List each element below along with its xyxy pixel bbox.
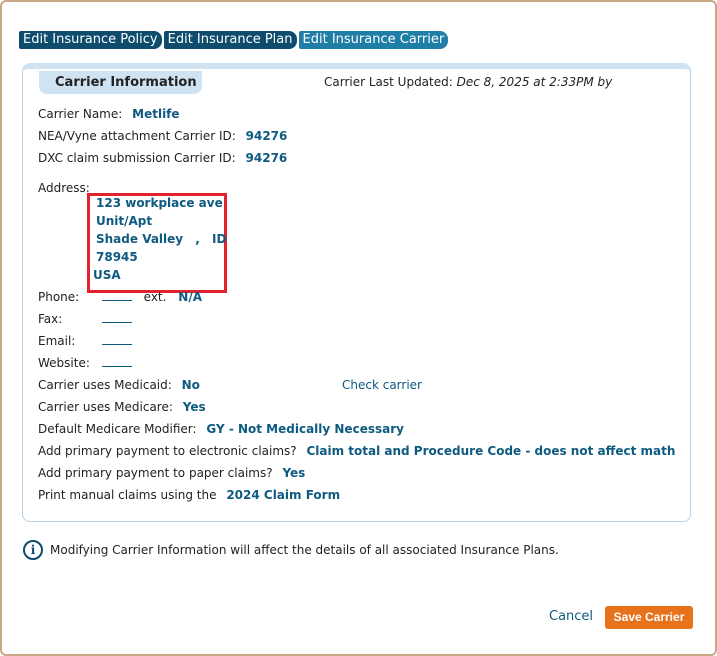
- dxc-id-label: DXC claim submission Carrier ID:: [38, 151, 236, 165]
- email-value: [101, 344, 132, 345]
- primary-electronic-label: Add primary payment to electronic claims…: [38, 444, 297, 458]
- address-zip: 78945: [96, 250, 138, 264]
- last-updated: Carrier Last Updated: Dec 8, 2025 at 2:3…: [324, 75, 612, 89]
- nea-id-label: NEA/Vyne attachment Carrier ID:: [38, 129, 236, 143]
- modal-frame: Edit Insurance Policy Edit Insurance Pla…: [0, 0, 717, 656]
- nea-id-row: NEA/Vyne attachment Carrier ID: 94276: [38, 129, 287, 143]
- address-label: Address:: [38, 181, 90, 195]
- primary-paper-value: Yes: [282, 466, 306, 480]
- tab-edit-insurance-policy[interactable]: Edit Insurance Policy: [19, 31, 162, 49]
- fax-value: [101, 322, 132, 323]
- fax-row: Fax:: [38, 312, 132, 326]
- info-message: Modifying Carrier Information will affec…: [50, 543, 559, 557]
- address-line1: 123 workplace ave: [96, 196, 223, 210]
- website-label: Website:: [38, 356, 90, 370]
- phone-value: [101, 300, 132, 301]
- website-row: Website:: [38, 356, 132, 370]
- tab-bar: Edit Insurance Policy Edit Insurance Pla…: [19, 31, 449, 49]
- medicare-value: Yes: [182, 400, 206, 414]
- medicare-label: Carrier uses Medicare:: [38, 400, 173, 414]
- check-carrier-link[interactable]: Check carrier: [342, 378, 422, 392]
- last-updated-value: Dec 8, 2025 at 2:33PM by: [456, 75, 613, 89]
- modifier-label: Default Medicare Modifier:: [38, 422, 197, 436]
- modifier-value: GY - Not Medically Necessary: [206, 422, 404, 436]
- cancel-button[interactable]: Cancel: [549, 609, 593, 624]
- phone-row: Phone: ext. N/A: [38, 290, 202, 304]
- tab-edit-insurance-carrier[interactable]: Edit Insurance Carrier: [298, 31, 449, 49]
- medicaid-value: No: [181, 378, 200, 392]
- primary-paper-row: Add primary payment to paper claims? Yes: [38, 466, 305, 480]
- manual-claims-value: 2024 Claim Form: [226, 488, 341, 502]
- address-city-state: Shade Valley , ID: [96, 232, 226, 246]
- carrier-information-panel: Carrier Information Carrier Last Updated…: [22, 63, 691, 522]
- primary-paper-label: Add primary payment to paper claims?: [38, 466, 273, 480]
- phone-label: Phone:: [38, 290, 80, 304]
- manual-claims-row: Print manual claims using the 2024 Claim…: [38, 488, 340, 502]
- carrier-name-value: Metlife: [132, 107, 180, 121]
- tab-edit-insurance-plan[interactable]: Edit Insurance Plan: [163, 31, 297, 49]
- save-carrier-button[interactable]: Save Carrier: [605, 606, 693, 629]
- medicare-row: Carrier uses Medicare: Yes: [38, 400, 206, 414]
- email-label: Email:: [38, 334, 76, 348]
- info-icon: i: [23, 540, 43, 560]
- dxc-id-row: DXC claim submission Carrier ID: 94276: [38, 151, 287, 165]
- fax-label: Fax:: [38, 312, 63, 326]
- carrier-name-label: Carrier Name:: [38, 107, 123, 121]
- email-row: Email:: [38, 334, 132, 348]
- info-message-row: i Modifying Carrier Information will aff…: [23, 540, 559, 560]
- address-line2: Unit/Apt: [96, 214, 153, 228]
- primary-electronic-value: Claim total and Procedure Code - does no…: [306, 444, 676, 458]
- phone-ext-label: ext.: [143, 290, 167, 304]
- panel-title: Carrier Information: [39, 71, 202, 94]
- carrier-name-row: Carrier Name: Metlife: [38, 107, 180, 121]
- medicaid-row: Carrier uses Medicaid: No: [38, 378, 200, 392]
- phone-ext-value: N/A: [178, 290, 202, 304]
- modifier-row: Default Medicare Modifier: GY - Not Medi…: [38, 422, 404, 436]
- dxc-id-value: 94276: [245, 151, 288, 165]
- address-city: Shade Valley: [96, 232, 184, 246]
- website-value: [101, 366, 132, 367]
- primary-electronic-row: Add primary payment to electronic claims…: [38, 444, 675, 458]
- manual-claims-label: Print manual claims using the: [38, 488, 217, 502]
- address-country: USA: [93, 268, 121, 282]
- address-separator: ,: [195, 232, 200, 246]
- last-updated-label: Carrier Last Updated:: [324, 75, 453, 89]
- medicaid-label: Carrier uses Medicaid:: [38, 378, 172, 392]
- nea-id-value: 94276: [245, 129, 288, 143]
- address-state: ID: [212, 232, 227, 246]
